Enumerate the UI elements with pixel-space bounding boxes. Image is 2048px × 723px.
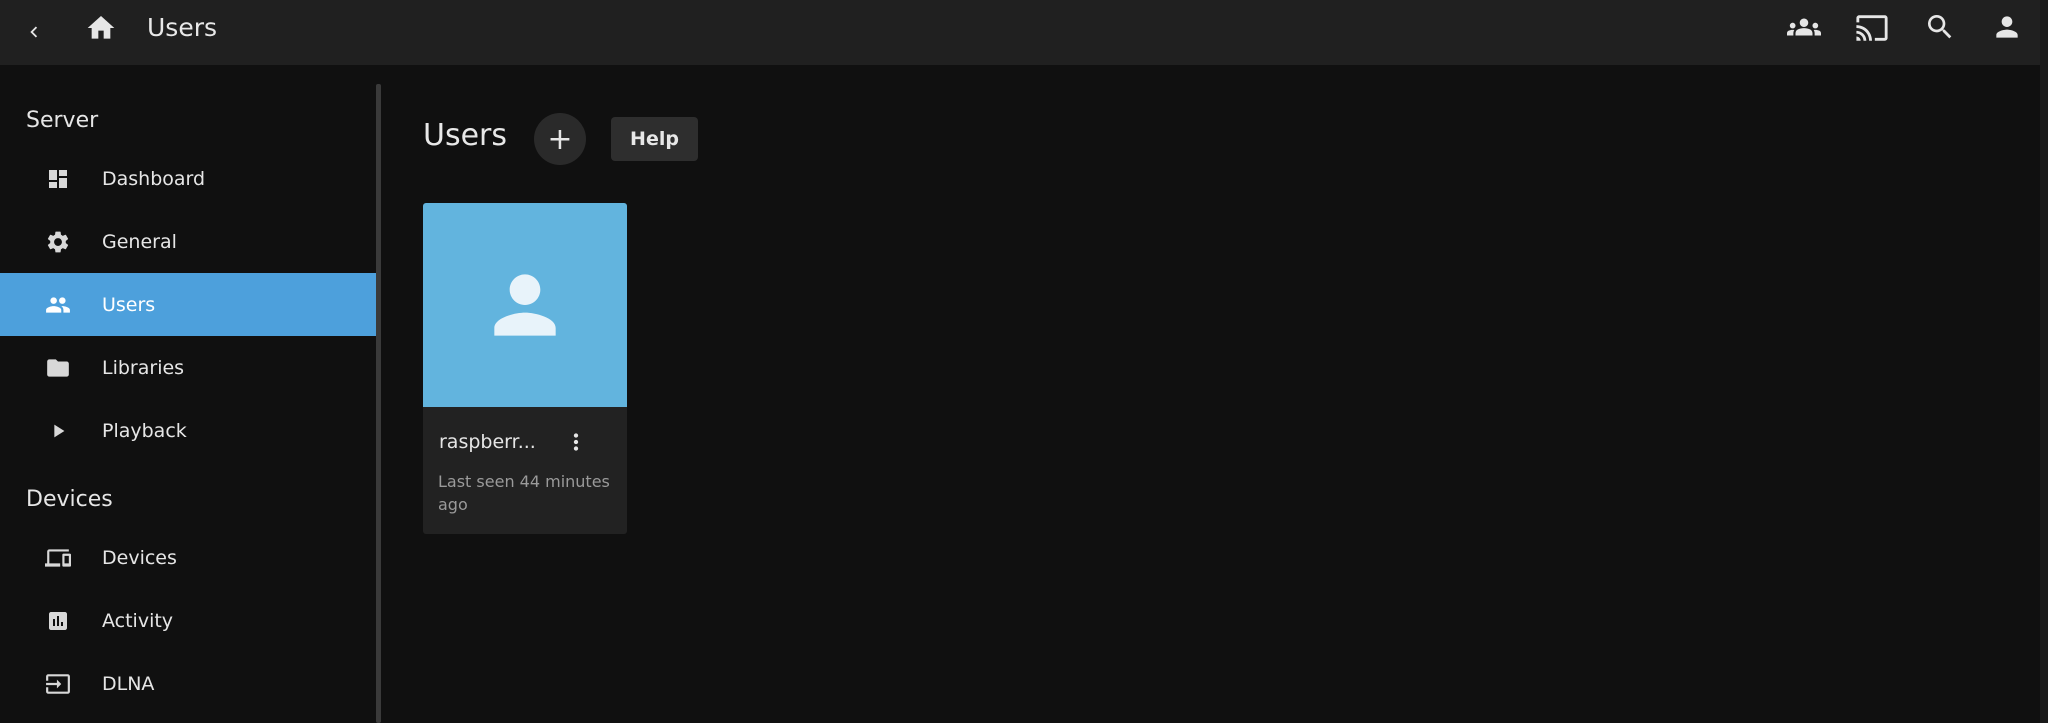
add-user-button[interactable]: + <box>534 113 586 165</box>
user-card-image[interactable] <box>423 203 627 407</box>
sidebar: Server Dashboard General Users Libraries… <box>0 65 377 723</box>
person-icon <box>494 274 556 336</box>
play-icon <box>44 417 72 445</box>
user-name[interactable]: raspberr... <box>439 431 549 453</box>
sidebar-item-label: Dashboard <box>102 167 206 190</box>
devices-icon <box>44 544 72 572</box>
sidebar-item-label: Playback <box>102 419 187 442</box>
user-last-seen: Last seen 44 minutes ago <box>438 472 610 514</box>
home-icon[interactable] <box>79 6 123 50</box>
sidebar-scrollbar[interactable] <box>376 84 381 723</box>
sidebar-item-libraries[interactable]: Libraries <box>0 336 377 399</box>
sidebar-item-dashboard[interactable]: Dashboard <box>0 147 377 210</box>
section-heading-devices: Devices <box>26 487 113 512</box>
plus-icon: + <box>547 121 573 157</box>
gear-icon <box>44 228 72 256</box>
activity-chart-icon <box>44 607 72 635</box>
sidebar-item-label: Libraries <box>102 356 185 379</box>
cast-icon[interactable] <box>1850 6 1894 50</box>
sidebar-item-dlna[interactable]: DLNA <box>0 652 377 715</box>
search-icon[interactable] <box>1918 5 1962 49</box>
more-vertical-icon[interactable] <box>560 426 592 458</box>
sidebar-item-label: Devices <box>102 546 177 569</box>
input-icon <box>44 670 72 698</box>
sidebar-item-activity[interactable]: Activity <box>0 589 377 652</box>
dashboard-icon <box>44 165 72 193</box>
section-title: Users <box>423 118 508 153</box>
sidebar-item-label: DLNA <box>102 672 155 695</box>
user-card[interactable]: raspberr... Last seen 44 minutes ago <box>423 203 627 534</box>
people-icon <box>44 291 72 319</box>
sidebar-item-general[interactable]: General <box>0 210 377 273</box>
page-title: Users <box>147 13 218 42</box>
back-arrow-icon[interactable] <box>12 10 56 54</box>
section-heading-server: Server <box>26 108 99 133</box>
sidebar-item-devices[interactable]: Devices <box>0 526 377 589</box>
sidebar-item-label: Activity <box>102 609 174 632</box>
sidebar-item-label: General <box>102 230 177 253</box>
sidebar-item-label: Users <box>102 293 156 316</box>
sidebar-item-playback[interactable]: Playback <box>0 399 377 462</box>
page-scrollbar[interactable] <box>2040 0 2048 723</box>
person-icon[interactable] <box>1985 5 2029 49</box>
folder-icon <box>44 354 72 382</box>
top-app-bar: Users <box>0 0 2048 65</box>
group-icon[interactable] <box>1782 5 1826 49</box>
help-button[interactable]: Help <box>611 117 698 161</box>
sidebar-item-users[interactable]: Users <box>0 273 377 336</box>
